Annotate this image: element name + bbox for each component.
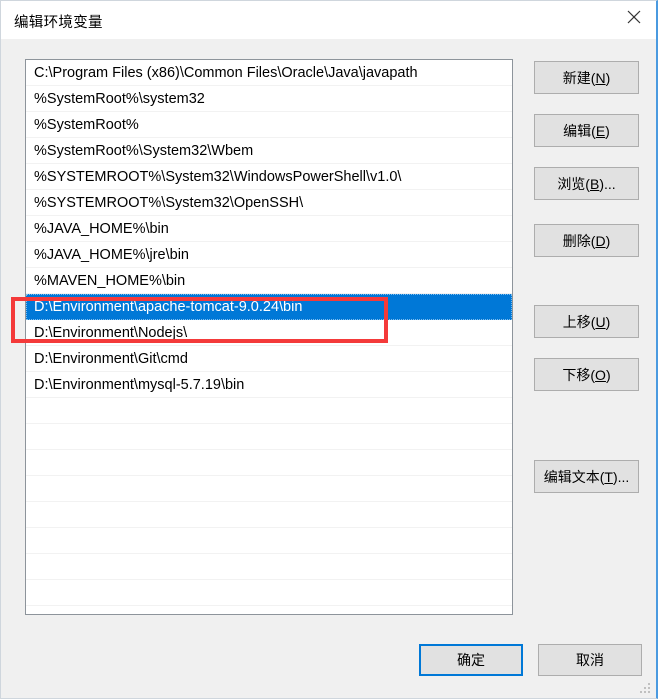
list-item-empty[interactable] xyxy=(26,528,512,554)
list-item[interactable]: D:\Environment\mysql-5.7.19\bin xyxy=(26,372,512,398)
list-item[interactable]: %SYSTEMROOT%\System32\OpenSSH\ xyxy=(26,190,512,216)
new-button-label: 新建(N) xyxy=(562,69,611,86)
path-list[interactable]: C:\Program Files (x86)\Common Files\Orac… xyxy=(25,59,513,615)
list-item[interactable]: D:\Environment\Nodejs\ xyxy=(26,320,512,346)
list-item[interactable]: D:\Environment\Git\cmd xyxy=(26,346,512,372)
list-item[interactable]: %SystemRoot%\System32\Wbem xyxy=(26,138,512,164)
move-down-button-label: 下移(O) xyxy=(562,366,611,383)
browse-button[interactable]: 浏览(B)... xyxy=(534,167,639,200)
browse-button-label: 浏览(B)... xyxy=(557,175,616,192)
list-item-empty[interactable] xyxy=(26,398,512,424)
close-icon[interactable] xyxy=(611,1,656,33)
dialog-title: 编辑环境变量 xyxy=(14,15,103,31)
list-item[interactable]: %MAVEN_HOME%\bin xyxy=(26,268,512,294)
new-button[interactable]: 新建(N) xyxy=(534,61,639,94)
edit-button-label: 编辑(E) xyxy=(563,122,610,139)
list-item[interactable]: %JAVA_HOME%\jre\bin xyxy=(26,242,512,268)
list-item[interactable]: D:\Environment\apache-tomcat-9.0.24\bin xyxy=(26,294,512,320)
list-item-empty[interactable] xyxy=(26,476,512,502)
list-item[interactable]: %SYSTEMROOT%\System32\WindowsPowerShell\… xyxy=(26,164,512,190)
delete-button-label: 删除(D) xyxy=(562,232,611,249)
title-bar: 编辑环境变量 xyxy=(1,1,656,39)
list-item[interactable]: %SystemRoot%\system32 xyxy=(26,86,512,112)
cancel-button-label: 取消 xyxy=(576,652,604,668)
cancel-button[interactable]: 取消 xyxy=(538,644,642,676)
resize-grip[interactable] xyxy=(640,683,652,695)
edit-button[interactable]: 编辑(E) xyxy=(534,114,639,147)
delete-button[interactable]: 删除(D) xyxy=(534,224,639,257)
move-up-button[interactable]: 上移(U) xyxy=(534,305,639,338)
list-item[interactable]: C:\Program Files (x86)\Common Files\Orac… xyxy=(26,60,512,86)
list-item-empty[interactable] xyxy=(26,450,512,476)
list-item[interactable]: %SystemRoot% xyxy=(26,112,512,138)
edit-environment-variable-dialog: 编辑环境变量 C:\Program Files (x86)\Common Fil… xyxy=(0,0,658,699)
ok-button-label: 确定 xyxy=(457,652,485,668)
move-up-button-label: 上移(U) xyxy=(562,313,611,330)
list-item-empty[interactable] xyxy=(26,502,512,528)
list-item-empty[interactable] xyxy=(26,424,512,450)
ok-button[interactable]: 确定 xyxy=(419,644,523,676)
edit-text-button[interactable]: 编辑文本(T)... xyxy=(534,460,639,493)
move-down-button[interactable]: 下移(O) xyxy=(534,358,639,391)
edit-text-button-label: 编辑文本(T)... xyxy=(543,468,630,485)
list-item[interactable]: %JAVA_HOME%\bin xyxy=(26,216,512,242)
list-item-empty[interactable] xyxy=(26,554,512,580)
list-item-empty[interactable] xyxy=(26,580,512,606)
